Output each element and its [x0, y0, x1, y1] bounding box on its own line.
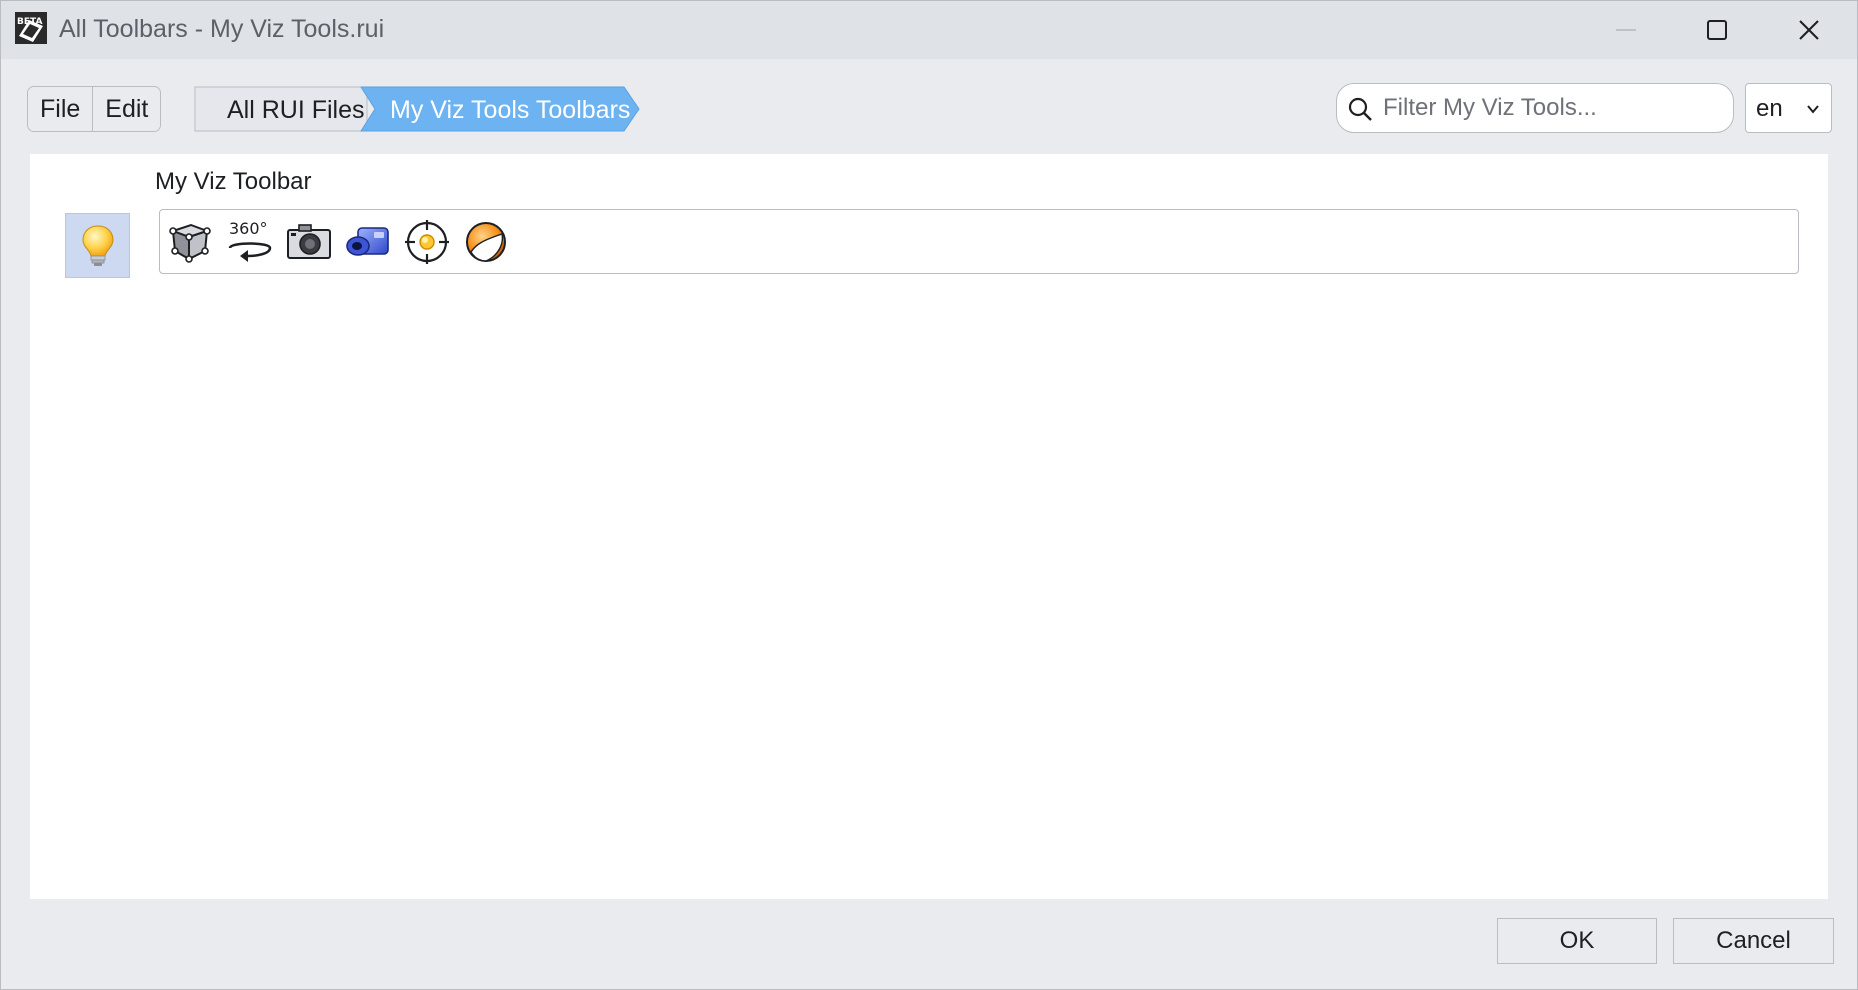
search-icon — [1348, 97, 1372, 121]
minimize-icon — [1616, 29, 1636, 31]
tool-button-cube[interactable] — [166, 218, 214, 266]
ok-button[interactable]: OK — [1497, 918, 1657, 964]
menu-group: File Edit — [27, 86, 162, 132]
blue-camera-icon — [346, 227, 389, 256]
title-bar[interactable]: BETA All Toolbars - My Viz Tools.rui — [1, 1, 1857, 59]
toolbar-name: My Viz Toolbar — [155, 168, 312, 195]
search-box — [1336, 83, 1734, 133]
rotate-360-icon: 360° — [228, 219, 272, 262]
maximize-button[interactable] — [1671, 1, 1763, 59]
svg-text:BETA: BETA — [17, 17, 42, 27]
tool-button-camera[interactable] — [285, 218, 333, 266]
breadcrumb-item-all-rui-files[interactable]: All RUI Files — [227, 96, 365, 125]
toolbar-badge[interactable] — [65, 213, 130, 278]
toolbar-list-panel: My Viz Toolbar 360° — [30, 154, 1828, 899]
breadcrumb-item-my-viz-tools-toolbars[interactable]: My Viz Tools Toolbars — [390, 96, 630, 125]
tool-button-target[interactable] — [403, 218, 451, 266]
tool-button-sphere[interactable] — [462, 218, 510, 266]
edit-menu-button[interactable]: Edit — [92, 87, 161, 131]
language-select[interactable]: en — [1745, 83, 1832, 133]
toolbar-strip: 360° — [159, 209, 1799, 274]
file-menu-button[interactable]: File — [28, 87, 93, 131]
tool-button-blue-camera[interactable] — [344, 218, 392, 266]
close-icon — [1799, 20, 1819, 40]
orange-sphere-icon — [466, 222, 506, 262]
maximize-icon — [1707, 20, 1727, 40]
cancel-button[interactable]: Cancel — [1673, 918, 1834, 964]
beta-app-icon: BETA — [15, 12, 47, 44]
chevron-down-icon — [1807, 105, 1819, 114]
language-value: en — [1756, 95, 1783, 122]
camera-icon — [287, 224, 331, 259]
minimize-button[interactable] — [1580, 1, 1672, 59]
breadcrumb: All RUI Files My Viz Tools Toolbars — [194, 86, 644, 132]
dialog-window: BETA All Toolbars - My Viz Tools.rui Fil… — [0, 0, 1858, 990]
cube-wireframe-icon — [169, 223, 211, 263]
lightbulb-icon — [81, 224, 114, 266]
rotate-360-label: 360° — [229, 219, 268, 238]
filter-input[interactable] — [1377, 84, 1729, 132]
target-crosshair-icon — [405, 220, 449, 264]
tool-button-360[interactable]: 360° — [226, 218, 274, 266]
close-button[interactable] — [1763, 1, 1855, 59]
window-title: All Toolbars - My Viz Tools.rui — [59, 15, 385, 43]
